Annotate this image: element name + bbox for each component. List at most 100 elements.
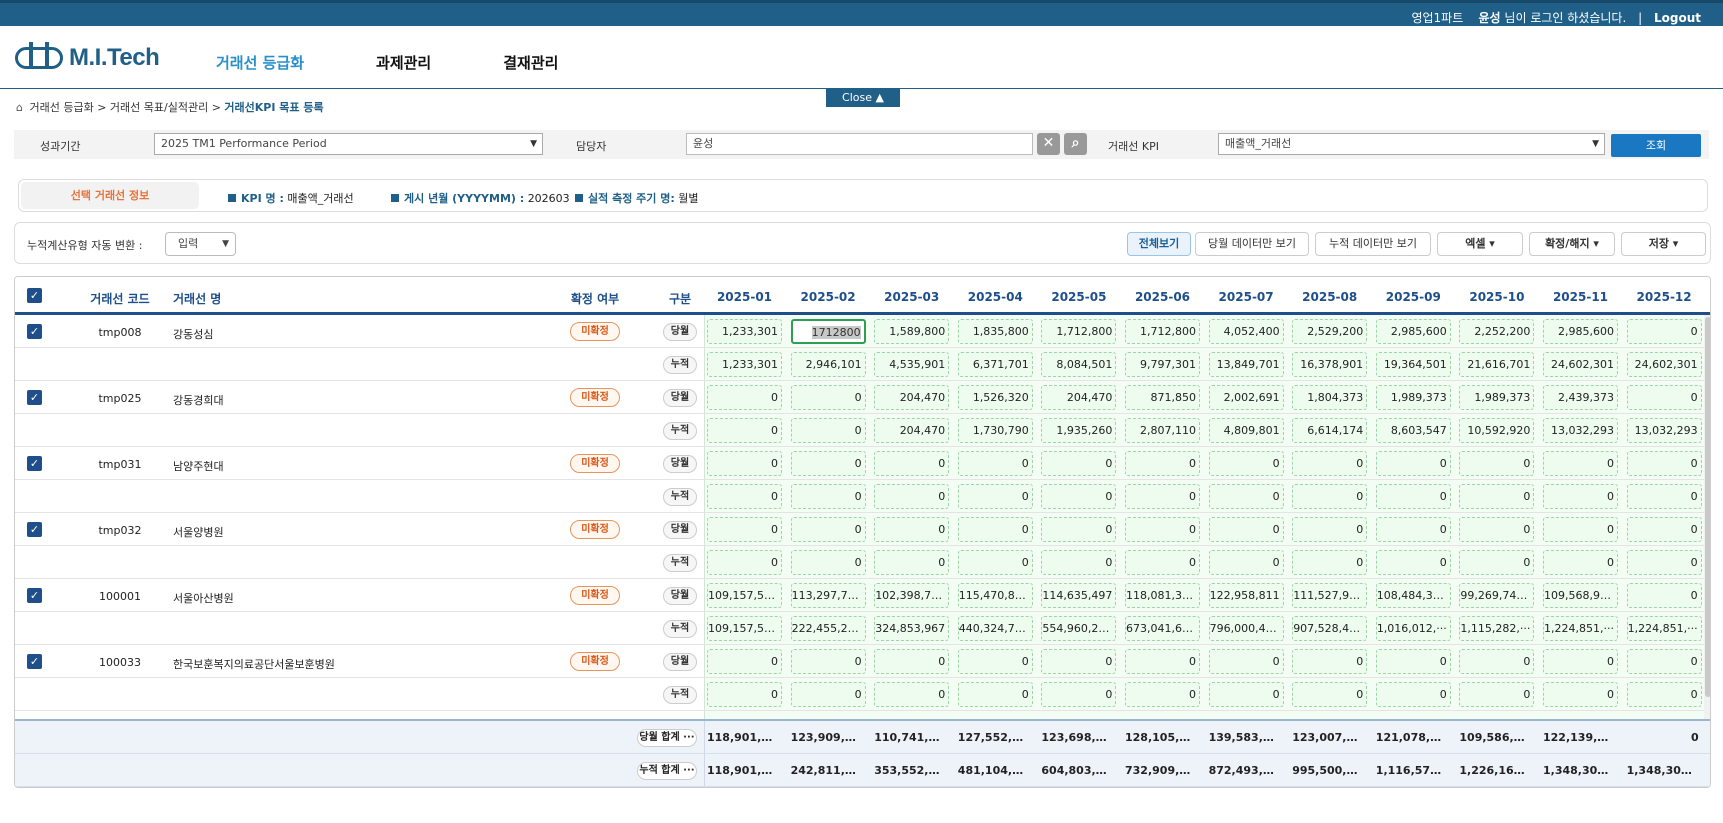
month-input-cell[interactable]: 4,535,901 [874, 352, 950, 377]
row-checkbox[interactable]: ✓ [27, 522, 42, 537]
month-input-cell[interactable]: 204,470 [874, 385, 950, 410]
month-input-cell[interactable]: 1,712,800 [1125, 319, 1200, 344]
month-input-cell[interactable]: 0 [957, 649, 1033, 674]
month-input-cell[interactable]: 0 [790, 649, 866, 674]
month-input-cell[interactable]: 0 [790, 550, 866, 575]
header-month[interactable]: 2025-01 [707, 290, 782, 304]
table-row[interactable]: 누적 1,233,301 2,946,101 4,535,901 6,371,701 8,… [15, 348, 1710, 381]
month-input-cell[interactable]: 1712800 [790, 319, 866, 344]
month-input-cell[interactable]: 21,616,701 [1459, 352, 1535, 377]
header-month[interactable]: 2025-03 [874, 290, 949, 304]
month-input-cell[interactable]: 2,985,600 [1543, 319, 1618, 344]
month-input-cell[interactable]: 0 [1208, 517, 1284, 542]
month-input-cell[interactable]: 0 [1459, 649, 1535, 674]
table-row[interactable]: ✓ tmp031 남양주현대 미확정 당월 0 0 0 0 0 0 0 0 0 0 0 0 [15, 447, 1710, 480]
month-input-cell[interactable]: 0 [1125, 550, 1200, 575]
month-input-cell[interactable]: 1,016,012,··· [1375, 616, 1451, 641]
month-input-cell[interactable]: 2,985,600 [1375, 319, 1451, 344]
month-input-cell[interactable]: 0 [1543, 649, 1618, 674]
month-input-cell[interactable]: 0 [707, 649, 782, 674]
month-input-cell[interactable]: 113,297,72··· [790, 583, 866, 608]
month-input-cell[interactable]: 1,224,851,··· [1626, 616, 1702, 641]
month-input-cell[interactable]: 0 [1208, 649, 1284, 674]
month-input-cell[interactable]: 0 [1626, 451, 1702, 476]
table-row[interactable]: 누적 109,157,52··· 222,455,25··· 324,853,967 4… [15, 612, 1710, 645]
month-input-cell[interactable]: 0 [1208, 550, 1284, 575]
month-input-cell[interactable]: 0 [707, 451, 782, 476]
monthly-only-button[interactable]: 당월 데이터만 보기 [1195, 232, 1309, 256]
month-input-cell[interactable]: 0 [957, 682, 1033, 707]
month-input-cell[interactable]: 0 [1375, 484, 1451, 509]
month-input-cell[interactable]: 0 [874, 550, 950, 575]
month-input-cell[interactable]: 0 [1375, 517, 1451, 542]
month-input-cell[interactable]: 4,052,400 [1208, 319, 1284, 344]
month-input-cell[interactable]: 1,233,301 [707, 352, 782, 377]
table-row[interactable]: ✓ tmp032 서울양병원 미확정 당월 0 0 0 0 0 0 0 0 0 0 0 0 [15, 513, 1710, 546]
table-row[interactable]: ✓ 100033 한국보훈복지의료공단서울보훈병원 미확정 당월 0 0 0 0 0 0 0 0 0 0 0 0 [15, 645, 1710, 678]
month-input-cell[interactable]: 118,081,35··· [1125, 583, 1200, 608]
header-type[interactable]: 구분 [655, 290, 705, 307]
month-input-cell[interactable]: 0 [1543, 682, 1618, 707]
month-input-cell[interactable]: 0 [1375, 649, 1451, 674]
month-input-cell[interactable]: 102,398,71··· [874, 583, 950, 608]
month-input-cell[interactable]: 13,032,293 [1626, 418, 1702, 443]
month-input-cell[interactable]: 0 [1543, 451, 1618, 476]
table-row[interactable]: 누적 0 0 204,470 1,730,790 1,935,260 2,807,110 4,… [15, 414, 1710, 447]
nav-item-approval[interactable]: 결재관리 [503, 52, 558, 73]
month-input-cell[interactable]: 0 [1292, 451, 1368, 476]
month-input-cell[interactable]: 0 [1208, 484, 1284, 509]
search-button[interactable]: 조회 [1611, 134, 1701, 157]
close-button[interactable]: Close ▲ [826, 89, 900, 107]
month-input-cell[interactable]: 0 [1459, 451, 1535, 476]
month-input-cell[interactable]: 0 [1292, 682, 1368, 707]
month-input-cell[interactable]: 796,000,44··· [1208, 616, 1284, 641]
month-input-cell[interactable]: 0 [1543, 517, 1618, 542]
month-input-cell[interactable]: 24,602,301 [1626, 352, 1702, 377]
month-input-cell[interactable]: 0 [1125, 484, 1200, 509]
logo[interactable]: M.I.Tech [15, 42, 160, 72]
logout-link[interactable]: Logout [1654, 11, 1701, 25]
save-button[interactable]: 저장 ▾ [1621, 232, 1706, 256]
month-input-cell[interactable]: 0 [1208, 451, 1284, 476]
header-month[interactable]: 2025-07 [1209, 290, 1284, 304]
month-input-cell[interactable]: 0 [874, 649, 950, 674]
month-input-cell[interactable]: 440,324,78··· [957, 616, 1033, 641]
month-input-cell[interactable]: 0 [1041, 451, 1117, 476]
month-input-cell[interactable]: 0 [707, 517, 782, 542]
month-input-cell[interactable]: 0 [707, 385, 782, 410]
month-input-cell[interactable]: 1,224,851,··· [1543, 616, 1618, 641]
month-input-cell[interactable]: 0 [1041, 517, 1117, 542]
auto-calc-select[interactable]: 입력 ▼ [165, 232, 236, 256]
month-input-cell[interactable]: 0 [1292, 649, 1368, 674]
row-checkbox[interactable]: ✓ [27, 324, 42, 339]
period-select[interactable]: 2025 TM1 Performance Period ▼ [154, 133, 543, 155]
month-input-cell[interactable]: 204,470 [874, 418, 950, 443]
scroll-thumb[interactable] [1705, 317, 1710, 697]
month-input-cell[interactable]: 2,002,691 [1208, 385, 1284, 410]
month-input-cell[interactable]: 0 [1292, 550, 1368, 575]
month-input-cell[interactable]: 0 [1375, 451, 1451, 476]
month-input-cell[interactable]: 108,484,34··· [1375, 583, 1451, 608]
kpi-select[interactable]: 매출액_거래선 ▼ [1218, 133, 1605, 155]
month-input-cell[interactable]: 0 [1041, 550, 1117, 575]
month-input-cell[interactable]: 0 [874, 682, 950, 707]
month-input-cell[interactable]: 1,730,790 [957, 418, 1033, 443]
header-month[interactable]: 2025-11 [1543, 290, 1618, 304]
header-code[interactable]: 거래선 코드 [75, 290, 165, 307]
header-month[interactable]: 2025-08 [1292, 290, 1367, 304]
month-input-cell[interactable]: 0 [707, 418, 782, 443]
month-input-cell[interactable]: 1,935,260 [1041, 418, 1117, 443]
month-input-cell[interactable]: 0 [1626, 583, 1702, 608]
month-input-cell[interactable]: 0 [957, 517, 1033, 542]
search-icon[interactable]: ⌕ [1064, 133, 1087, 155]
month-input-cell[interactable]: 0 [790, 385, 866, 410]
month-input-cell[interactable]: 0 [790, 418, 866, 443]
month-input-cell[interactable]: 0 [790, 451, 866, 476]
month-input-cell[interactable]: 0 [1543, 484, 1618, 509]
month-input-cell[interactable]: 0 [1375, 550, 1451, 575]
confirm-button[interactable]: 확정/해지 ▾ [1529, 232, 1615, 256]
header-status[interactable]: 확정 여부 [560, 290, 630, 307]
month-input-cell[interactable]: 0 [790, 682, 866, 707]
month-input-cell[interactable]: 10,592,920 [1459, 418, 1535, 443]
info-tab[interactable]: 선택 거래선 정보 [21, 182, 199, 209]
